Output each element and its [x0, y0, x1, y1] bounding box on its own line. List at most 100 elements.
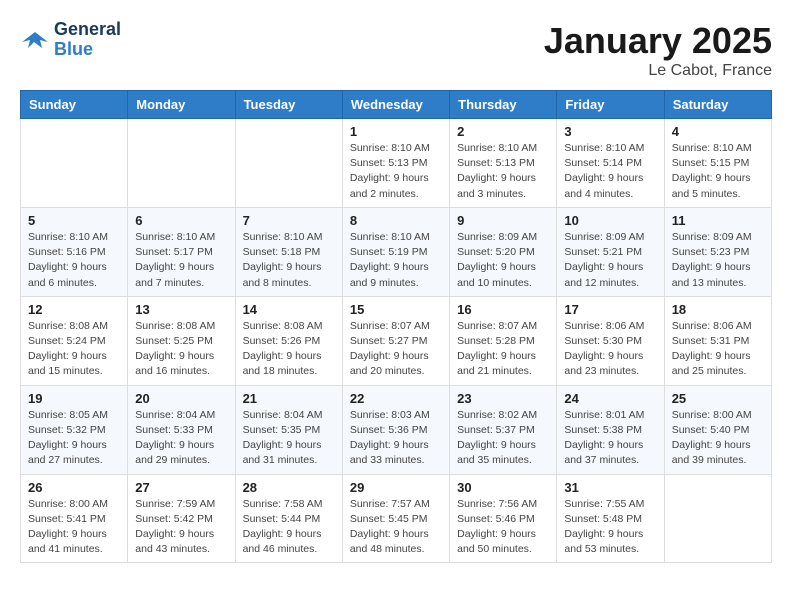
day-number: 4: [672, 124, 764, 139]
calendar-cell: 7 Sunrise: 8:10 AM Sunset: 5:18 PM Daylig…: [235, 207, 342, 296]
day-number: 27: [135, 480, 227, 495]
day-number: 19: [28, 391, 120, 406]
day-info: Sunrise: 7:58 AM Sunset: 5:44 PM Dayligh…: [243, 497, 335, 558]
day-number: 17: [564, 302, 656, 317]
calendar-cell: 21 Sunrise: 8:04 AM Sunset: 5:35 PM Dayli…: [235, 385, 342, 474]
weekday-header-sunday: Sunday: [21, 91, 128, 119]
calendar-cell: 27 Sunrise: 7:59 AM Sunset: 5:42 PM Dayli…: [128, 474, 235, 563]
day-number: 7: [243, 213, 335, 228]
day-number: 6: [135, 213, 227, 228]
day-number: 15: [350, 302, 442, 317]
day-number: 25: [672, 391, 764, 406]
calendar-cell: 28 Sunrise: 7:58 AM Sunset: 5:44 PM Dayli…: [235, 474, 342, 563]
weekday-header-thursday: Thursday: [450, 91, 557, 119]
day-info: Sunrise: 7:56 AM Sunset: 5:46 PM Dayligh…: [457, 497, 549, 558]
calendar-cell: 4 Sunrise: 8:10 AM Sunset: 5:15 PM Daylig…: [664, 119, 771, 208]
day-info: Sunrise: 8:10 AM Sunset: 5:13 PM Dayligh…: [350, 141, 442, 202]
calendar-cell: 15Sunrise: 8:07 AM Sunset: 5:27 PM Dayli…: [342, 296, 449, 385]
day-number: 20: [135, 391, 227, 406]
calendar-cell: 6Sunrise: 8:10 AM Sunset: 5:17 PM Daylig…: [128, 207, 235, 296]
day-info: Sunrise: 8:02 AM Sunset: 5:37 PM Dayligh…: [457, 408, 549, 469]
day-info: Sunrise: 8:10 AM Sunset: 5:18 PM Dayligh…: [243, 230, 335, 291]
day-info: Sunrise: 8:10 AM Sunset: 5:19 PM Dayligh…: [350, 230, 442, 291]
calendar-cell: 23 Sunrise: 8:02 AM Sunset: 5:37 PM Dayli…: [450, 385, 557, 474]
calendar-cell: 11 Sunrise: 8:09 AM Sunset: 5:23 PM Dayli…: [664, 207, 771, 296]
weekday-header-wednesday: Wednesday: [342, 91, 449, 119]
calendar-cell: 3Sunrise: 8:10 AM Sunset: 5:14 PM Daylig…: [557, 119, 664, 208]
calendar-cell: 10 Sunrise: 8:09 AM Sunset: 5:21 PM Dayli…: [557, 207, 664, 296]
weekday-header-friday: Friday: [557, 91, 664, 119]
day-number: 16: [457, 302, 549, 317]
day-info: Sunrise: 8:06 AM Sunset: 5:31 PM Dayligh…: [672, 319, 764, 380]
logo-icon: [20, 28, 50, 52]
weekday-header-monday: Monday: [128, 91, 235, 119]
day-info: Sunrise: 8:09 AM Sunset: 5:23 PM Dayligh…: [672, 230, 764, 291]
weekday-header-tuesday: Tuesday: [235, 91, 342, 119]
calendar-cell: 19 Sunrise: 8:05 AM Sunset: 5:32 PM Dayli…: [21, 385, 128, 474]
calendar-cell: 1 Sunrise: 8:10 AM Sunset: 5:13 PM Daylig…: [342, 119, 449, 208]
day-number: 31: [564, 480, 656, 495]
day-info: Sunrise: 8:09 AM Sunset: 5:21 PM Dayligh…: [564, 230, 656, 291]
calendar-cell: 16 Sunrise: 8:07 AM Sunset: 5:28 PM Dayli…: [450, 296, 557, 385]
calendar-cell: 17Sunrise: 8:06 AM Sunset: 5:30 PM Dayli…: [557, 296, 664, 385]
day-info: Sunrise: 8:08 AM Sunset: 5:24 PM Dayligh…: [28, 319, 120, 380]
day-info: Sunrise: 8:04 AM Sunset: 5:35 PM Dayligh…: [243, 408, 335, 469]
calendar-cell: 5Sunrise: 8:10 AM Sunset: 5:16 PM Daylig…: [21, 207, 128, 296]
day-number: 10: [564, 213, 656, 228]
calendar-cell: 9Sunrise: 8:09 AM Sunset: 5:20 PM Daylig…: [450, 207, 557, 296]
logo-text: General Blue: [54, 20, 121, 60]
calendar-cell: 24Sunrise: 8:01 AM Sunset: 5:38 PM Dayli…: [557, 385, 664, 474]
calendar-subtitle: Le Cabot, France: [544, 62, 772, 80]
week-row-2: 5Sunrise: 8:10 AM Sunset: 5:16 PM Daylig…: [21, 207, 772, 296]
calendar-cell: 20 Sunrise: 8:04 AM Sunset: 5:33 PM Dayli…: [128, 385, 235, 474]
day-number: 28: [243, 480, 335, 495]
calendar-title-block: January 2025 Le Cabot, France: [544, 20, 772, 80]
day-info: Sunrise: 8:00 AM Sunset: 5:41 PM Dayligh…: [28, 497, 120, 558]
calendar-cell: 30 Sunrise: 7:56 AM Sunset: 5:46 PM Dayli…: [450, 474, 557, 563]
day-number: 18: [672, 302, 764, 317]
day-info: Sunrise: 7:57 AM Sunset: 5:45 PM Dayligh…: [350, 497, 442, 558]
week-row-5: 26Sunrise: 8:00 AM Sunset: 5:41 PM Dayli…: [21, 474, 772, 563]
day-info: Sunrise: 8:10 AM Sunset: 5:13 PM Dayligh…: [457, 141, 549, 202]
day-number: 1: [350, 124, 442, 139]
page-header: General Blue January 2025 Le Cabot, Fran…: [20, 20, 772, 80]
day-info: Sunrise: 8:08 AM Sunset: 5:26 PM Dayligh…: [243, 319, 335, 380]
calendar-cell: 12 Sunrise: 8:08 AM Sunset: 5:24 PM Dayli…: [21, 296, 128, 385]
calendar-cell: 8 Sunrise: 8:10 AM Sunset: 5:19 PM Daylig…: [342, 207, 449, 296]
weekday-header-saturday: Saturday: [664, 91, 771, 119]
day-info: Sunrise: 8:01 AM Sunset: 5:38 PM Dayligh…: [564, 408, 656, 469]
calendar-cell: 22Sunrise: 8:03 AM Sunset: 5:36 PM Dayli…: [342, 385, 449, 474]
calendar-cell: [235, 119, 342, 208]
day-number: 12: [28, 302, 120, 317]
calendar-cell: 31 Sunrise: 7:55 AM Sunset: 5:48 PM Dayli…: [557, 474, 664, 563]
day-number: 23: [457, 391, 549, 406]
week-row-3: 12 Sunrise: 8:08 AM Sunset: 5:24 PM Dayli…: [21, 296, 772, 385]
day-number: 30: [457, 480, 549, 495]
calendar-cell: [128, 119, 235, 208]
day-info: Sunrise: 8:04 AM Sunset: 5:33 PM Dayligh…: [135, 408, 227, 469]
weekday-header-row: SundayMondayTuesdayWednesdayThursdayFrid…: [21, 91, 772, 119]
calendar-cell: 25Sunrise: 8:00 AM Sunset: 5:40 PM Dayli…: [664, 385, 771, 474]
day-number: 8: [350, 213, 442, 228]
day-number: 9: [457, 213, 549, 228]
week-row-4: 19 Sunrise: 8:05 AM Sunset: 5:32 PM Dayli…: [21, 385, 772, 474]
calendar-cell: 29Sunrise: 7:57 AM Sunset: 5:45 PM Dayli…: [342, 474, 449, 563]
day-info: Sunrise: 8:03 AM Sunset: 5:36 PM Dayligh…: [350, 408, 442, 469]
day-number: 2: [457, 124, 549, 139]
day-info: Sunrise: 8:08 AM Sunset: 5:25 PM Dayligh…: [135, 319, 227, 380]
day-info: Sunrise: 8:10 AM Sunset: 5:15 PM Dayligh…: [672, 141, 764, 202]
day-info: Sunrise: 8:10 AM Sunset: 5:16 PM Dayligh…: [28, 230, 120, 291]
week-row-1: 1 Sunrise: 8:10 AM Sunset: 5:13 PM Daylig…: [21, 119, 772, 208]
day-info: Sunrise: 7:59 AM Sunset: 5:42 PM Dayligh…: [135, 497, 227, 558]
calendar-table: SundayMondayTuesdayWednesdayThursdayFrid…: [20, 90, 772, 563]
day-info: Sunrise: 8:07 AM Sunset: 5:28 PM Dayligh…: [457, 319, 549, 380]
day-info: Sunrise: 8:05 AM Sunset: 5:32 PM Dayligh…: [28, 408, 120, 469]
calendar-cell: 14Sunrise: 8:08 AM Sunset: 5:26 PM Dayli…: [235, 296, 342, 385]
day-number: 11: [672, 213, 764, 228]
calendar-cell: 13Sunrise: 8:08 AM Sunset: 5:25 PM Dayli…: [128, 296, 235, 385]
calendar-cell: 2 Sunrise: 8:10 AM Sunset: 5:13 PM Daylig…: [450, 119, 557, 208]
calendar-cell: 26Sunrise: 8:00 AM Sunset: 5:41 PM Dayli…: [21, 474, 128, 563]
day-info: Sunrise: 7:55 AM Sunset: 5:48 PM Dayligh…: [564, 497, 656, 558]
day-number: 21: [243, 391, 335, 406]
calendar-cell: [21, 119, 128, 208]
